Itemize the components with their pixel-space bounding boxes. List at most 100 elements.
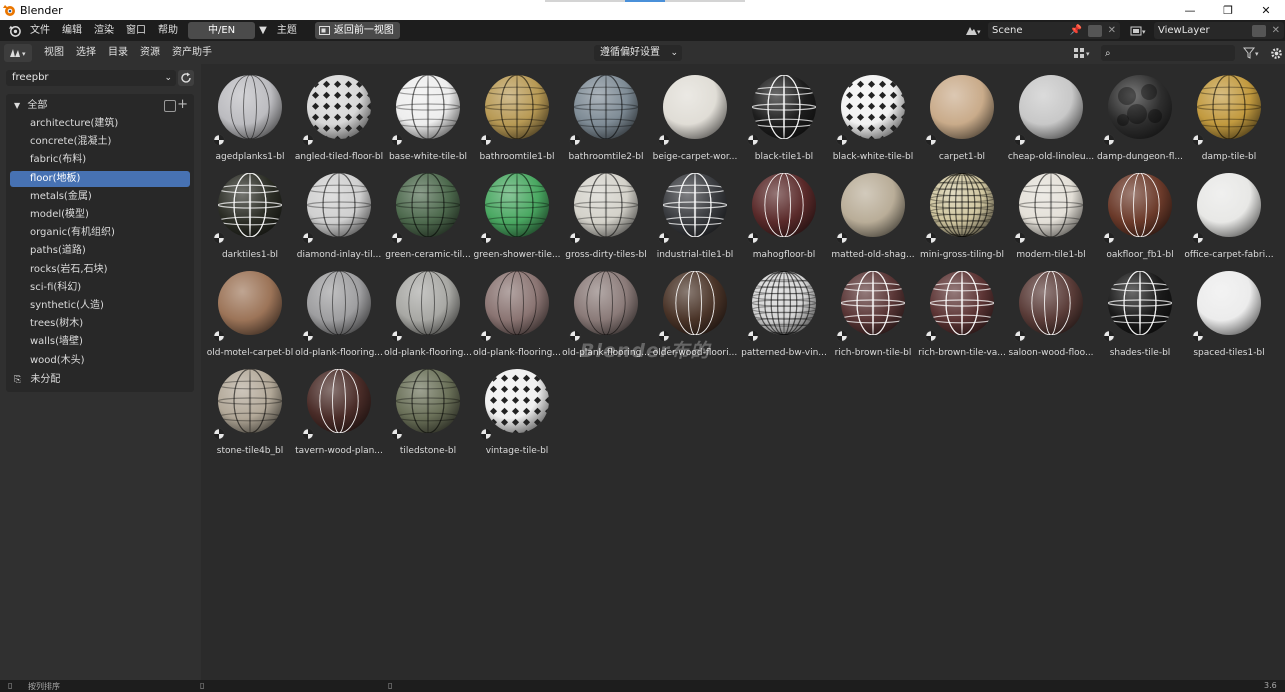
material-preview <box>841 173 905 237</box>
catalog-item-label: rocks(岩石,石块) <box>30 263 108 275</box>
catalog-item[interactable]: rocks(岩石,石块) <box>10 262 190 278</box>
asset-item[interactable]: office-carpet-fabri... <box>1184 164 1274 260</box>
display-mode-icon[interactable]: ▾ <box>1070 45 1096 61</box>
catalog-item[interactable]: fabric(布料) <box>10 152 190 168</box>
asset-item[interactable]: gross-dirty-tiles-bl <box>561 164 651 260</box>
asset-item[interactable]: mahogfloor-bl <box>739 164 829 260</box>
asset-item[interactable]: matted-old-shag... <box>828 164 918 260</box>
library-dropdown[interactable]: freepbr ⌄ <box>6 70 176 86</box>
asset-item[interactable]: agedplanks1-bl <box>205 66 295 162</box>
asset-item[interactable]: stone-tile4b_bl <box>205 360 295 456</box>
maximize-button[interactable]: ❐ <box>1209 0 1247 20</box>
menu-select[interactable]: 选择 <box>70 42 102 64</box>
asset-item[interactable]: modern-tile1-bl <box>1006 164 1096 260</box>
expand-triangle-icon[interactable]: ▼ <box>14 101 20 110</box>
add-catalog-icon[interactable]: + <box>177 97 188 112</box>
menu-asset-helper[interactable]: 资产助手 <box>166 42 218 64</box>
asset-item[interactable]: bathroomtile1-bl <box>472 66 562 162</box>
asset-item[interactable]: carpet1-bl <box>917 66 1007 162</box>
catalog-item[interactable]: concrete(混凝土) <box>10 134 190 150</box>
scene-type-icon[interactable]: ▾ <box>960 22 986 39</box>
new-viewlayer-icon[interactable] <box>1252 24 1266 37</box>
asset-item[interactable]: vintage-tile-bl <box>472 360 562 456</box>
catalog-item[interactable]: organic(有机组织) <box>10 225 190 241</box>
asset-item[interactable]: rich-brown-tile-bl <box>828 262 918 358</box>
back-to-previous-button[interactable]: 返回前一视图 <box>314 22 400 39</box>
catalog-item[interactable]: floor(地板) <box>10 170 190 187</box>
menu-file[interactable]: 文件 <box>24 20 56 41</box>
catalog-item[interactable]: wood(木头) <box>10 353 190 369</box>
viewlayer-field[interactable]: ViewLayer ✕ <box>1154 22 1284 39</box>
search-field[interactable]: ⌕ <box>1101 45 1235 61</box>
asset-item[interactable]: old-plank-flooring... <box>383 262 473 358</box>
workspace-theme[interactable]: 主题 <box>271 20 303 41</box>
menu-window[interactable]: 窗口 <box>120 20 152 41</box>
asset-item[interactable]: industrial-tile1-bl <box>650 164 740 260</box>
asset-item[interactable]: darktiles1-bl <box>205 164 295 260</box>
asset-item[interactable]: old-plank-flooring... <box>294 262 384 358</box>
material-preview <box>1108 75 1172 139</box>
gear-icon[interactable] <box>1268 45 1284 61</box>
material-type-icon <box>302 232 314 244</box>
catalog-item[interactable]: architecture(建筑) <box>10 116 190 132</box>
new-scene-icon[interactable] <box>1088 24 1102 37</box>
pin-icon[interactable]: 📌 <box>1070 25 1082 36</box>
menu-asset[interactable]: 资源 <box>134 42 166 64</box>
asset-item[interactable]: cheap-old-linoleu... <box>1006 66 1096 162</box>
asset-item[interactable]: rich-brown-tile-va... <box>917 262 1007 358</box>
remove-scene-icon[interactable]: ✕ <box>1108 25 1116 36</box>
editor-type-button[interactable]: ▾ <box>4 44 32 62</box>
asset-item[interactable]: damp-tile-bl <box>1184 66 1274 162</box>
asset-item[interactable]: base-white-tile-bl <box>383 66 473 162</box>
menu-edit[interactable]: 编辑 <box>56 20 88 41</box>
asset-item[interactable]: saloon-wood-floo... <box>1006 262 1096 358</box>
filter-icon[interactable]: ▾ <box>1240 45 1264 61</box>
remove-viewlayer-icon[interactable]: ✕ <box>1272 25 1280 36</box>
catalog-item[interactable]: paths(道路) <box>10 243 190 259</box>
asset-item[interactable]: green-ceramic-til... <box>383 164 473 260</box>
asset-item[interactable]: black-white-tile-bl <box>828 66 918 162</box>
asset-item[interactable]: diamond-inlay-til... <box>294 164 384 260</box>
asset-item[interactable]: green-shower-tile... <box>472 164 562 260</box>
refresh-library-button[interactable] <box>178 70 194 86</box>
catalog-item[interactable]: metals(金属) <box>10 189 190 205</box>
scene-field[interactable]: Scene 📌 ✕ <box>988 22 1120 39</box>
asset-item[interactable]: spaced-tiles1-bl <box>1184 262 1274 358</box>
close-button[interactable]: ✕ <box>1247 0 1285 20</box>
asset-item[interactable]: damp-dungeon-fl... <box>1095 66 1185 162</box>
material-type-icon <box>747 232 759 244</box>
minimize-button[interactable]: — <box>1171 0 1209 20</box>
asset-item[interactable]: tiledstone-bl <box>383 360 473 456</box>
new-catalog-icon[interactable] <box>164 100 176 112</box>
catalog-item[interactable]: trees(树木) <box>10 316 190 332</box>
asset-item[interactable]: patterned-bw-vin... <box>739 262 829 358</box>
asset-item[interactable]: old-plank-flooring... <box>472 262 562 358</box>
catalog-unassigned[interactable]: ⎘ 未分配 <box>10 372 190 388</box>
asset-item[interactable]: tavern-wood-plan... <box>294 360 384 456</box>
menu-render[interactable]: 渲染 <box>88 20 120 41</box>
asset-item[interactable]: beige-carpet-wor... <box>650 66 740 162</box>
asset-item[interactable]: old-motel-carpet-bl <box>205 262 295 358</box>
asset-item[interactable]: shades-tile-bl <box>1095 262 1185 358</box>
catalog-item[interactable]: sci-fi(科幻) <box>10 280 190 296</box>
viewlayer-type-icon[interactable]: ▾ <box>1126 22 1152 39</box>
asset-item[interactable]: bathroomtile2-bl <box>561 66 651 162</box>
blender-menu-icon[interactable] <box>4 22 24 39</box>
library-name: freepbr <box>12 72 49 83</box>
menu-view[interactable]: 视图 <box>38 42 70 64</box>
asset-item[interactable]: angled-tiled-floor-bl <box>294 66 384 162</box>
catalog-item[interactable]: synthetic(人造) <box>10 298 190 314</box>
workspace-tab[interactable]: 中/EN <box>188 22 256 39</box>
catalog-item[interactable]: model(模型) <box>10 207 190 223</box>
asset-label: base-white-tile-bl <box>388 152 468 162</box>
search-input[interactable] <box>1114 47 1215 59</box>
catalog-root[interactable]: ▼ 全部 <box>10 98 190 114</box>
asset-item[interactable]: oakfloor_fb1-bl <box>1095 164 1185 260</box>
asset-item[interactable]: mini-gross-tiling-bl <box>917 164 1007 260</box>
menu-help[interactable]: 帮助 <box>152 20 184 41</box>
workspace-dropdown-icon[interactable]: ▼ <box>255 25 271 36</box>
catalog-item[interactable]: walls(墙壁) <box>10 334 190 350</box>
asset-item[interactable]: black-tile1-bl <box>739 66 829 162</box>
import-method-dropdown[interactable]: 遵循偏好设置 ⌄ <box>594 45 682 61</box>
menu-catalog[interactable]: 目录 <box>102 42 134 64</box>
